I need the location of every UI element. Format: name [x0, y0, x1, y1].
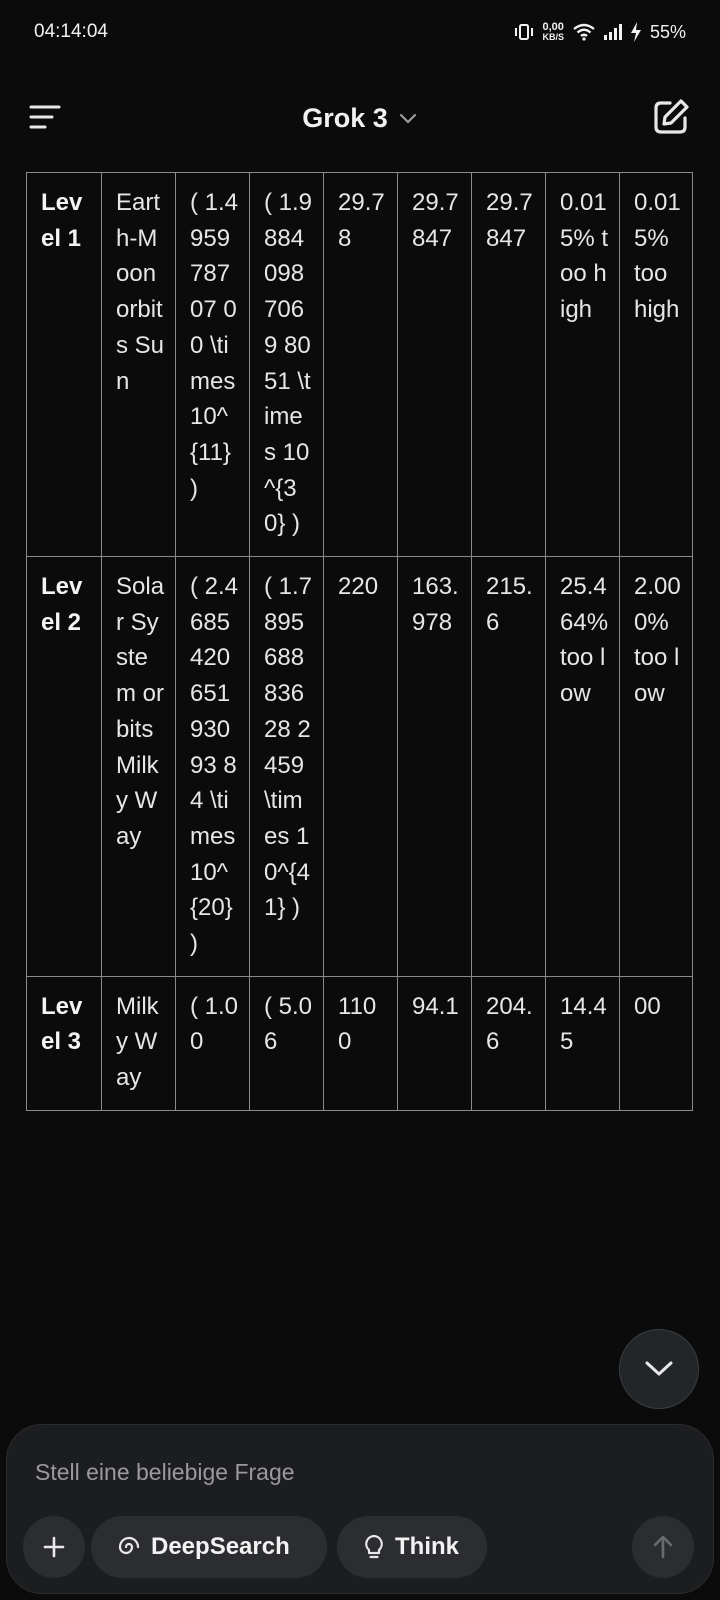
wifi-icon — [573, 23, 595, 41]
cell-value: 94.1 — [397, 975, 472, 1111]
cell-mass: ( 5.06 — [249, 975, 324, 1111]
app-title: Grok 3 — [302, 102, 388, 133]
status-time: 04:14:04 — [34, 21, 108, 42]
cell-system: Milky Way — [101, 975, 176, 1111]
cell-error: 0.015% too high — [545, 172, 620, 558]
cell-value: 29.78 — [323, 172, 398, 558]
menu-icon[interactable] — [28, 102, 62, 132]
model-selector[interactable]: Grok 3 — [302, 103, 418, 134]
cell-level: Level 1 — [26, 172, 102, 558]
app-bar: Grok 3 — [0, 64, 720, 172]
cell-error: 00 — [619, 975, 693, 1111]
net-speed-unit: KB/S — [542, 32, 564, 42]
table-row: Level 2 Solar System orbits Milky Way ( … — [26, 556, 693, 977]
table-row: Level 3 Milky Way ( 1.00 ( 5.06 1100 94.… — [26, 975, 693, 1111]
attach-button[interactable] — [23, 1516, 85, 1578]
send-button[interactable] — [632, 1516, 694, 1578]
cell-error: 25.464% too low — [545, 556, 620, 977]
results-table: ) Level 1 Earth-Moon orbits Sun ( 1.4959… — [26, 172, 693, 1111]
net-speed: 0,00 KB/S — [542, 21, 564, 43]
cell-level: Level 3 — [26, 975, 102, 1111]
battery-percent: 55% — [649, 21, 686, 42]
cell-mass: ( 1.789568883628 2459 \times 10^{41} ) — [249, 556, 324, 977]
charging-icon — [630, 22, 641, 42]
cell-value: 1100 — [323, 975, 398, 1111]
chevron-down-icon — [399, 113, 416, 124]
cell-value: 29.7847 — [471, 172, 546, 558]
cell-mass: ( 1.98840987069 8051 \times 10^{30} ) — [249, 172, 324, 558]
ask-input[interactable]: Stell eine beliebige Frage — [35, 1459, 295, 1486]
table-row: Level 1 Earth-Moon orbits Sun ( 1.495978… — [26, 172, 693, 558]
status-bar: 04:14:04 0,00 KB/S 55% — [0, 0, 720, 64]
cell-distance: ( 1.495978707 00 \times 10^{11} ) — [175, 172, 250, 558]
cell-value: 215.6 — [471, 556, 546, 977]
cell-system: Earth-Moon orbits Sun — [101, 172, 176, 558]
cell-distance: ( 2.468542065193093 84 \times 10^{20} ) — [175, 556, 250, 977]
cell-value: 220 — [323, 556, 398, 977]
cell-level: Level 2 — [26, 556, 102, 977]
cell-error: 0.015% too high — [619, 172, 693, 558]
lightbulb-icon — [365, 1534, 383, 1559]
arrow-up-icon — [653, 1535, 673, 1559]
plus-icon — [43, 1536, 65, 1558]
cell-value: 29.7847 — [397, 172, 472, 558]
cell-value: 163.978 — [397, 556, 472, 977]
cell-distance: ( 1.00 — [175, 975, 250, 1111]
net-speed-value: 0,00 — [542, 21, 564, 33]
edit-icon[interactable] — [652, 98, 690, 136]
deepsearch-label: DeepSearch — [151, 1533, 290, 1560]
scroll-to-bottom-button[interactable] — [619, 1329, 699, 1409]
vibrate-icon — [515, 24, 534, 40]
composer: Stell eine beliebige Frage DeepSearch Th… — [6, 1424, 714, 1594]
cell-value: 204.6 — [471, 975, 546, 1111]
cell-error: 14.45 — [545, 975, 620, 1111]
cell-system: Solar System orbits Milky Way — [101, 556, 176, 977]
chevron-down-icon — [645, 1361, 673, 1376]
deepsearch-icon — [118, 1536, 140, 1555]
deepsearch-button[interactable]: DeepSearch — [91, 1516, 327, 1578]
chat-content[interactable]: ) Level 1 Earth-Moon orbits Sun ( 1.4959… — [0, 172, 720, 1424]
status-icons: 0,00 KB/S 55% — [514, 22, 686, 43]
signal-icon — [603, 24, 622, 40]
cell-error: 2.000% too low — [619, 556, 693, 977]
think-label: Think — [395, 1533, 459, 1560]
think-button[interactable]: Think — [337, 1516, 487, 1578]
